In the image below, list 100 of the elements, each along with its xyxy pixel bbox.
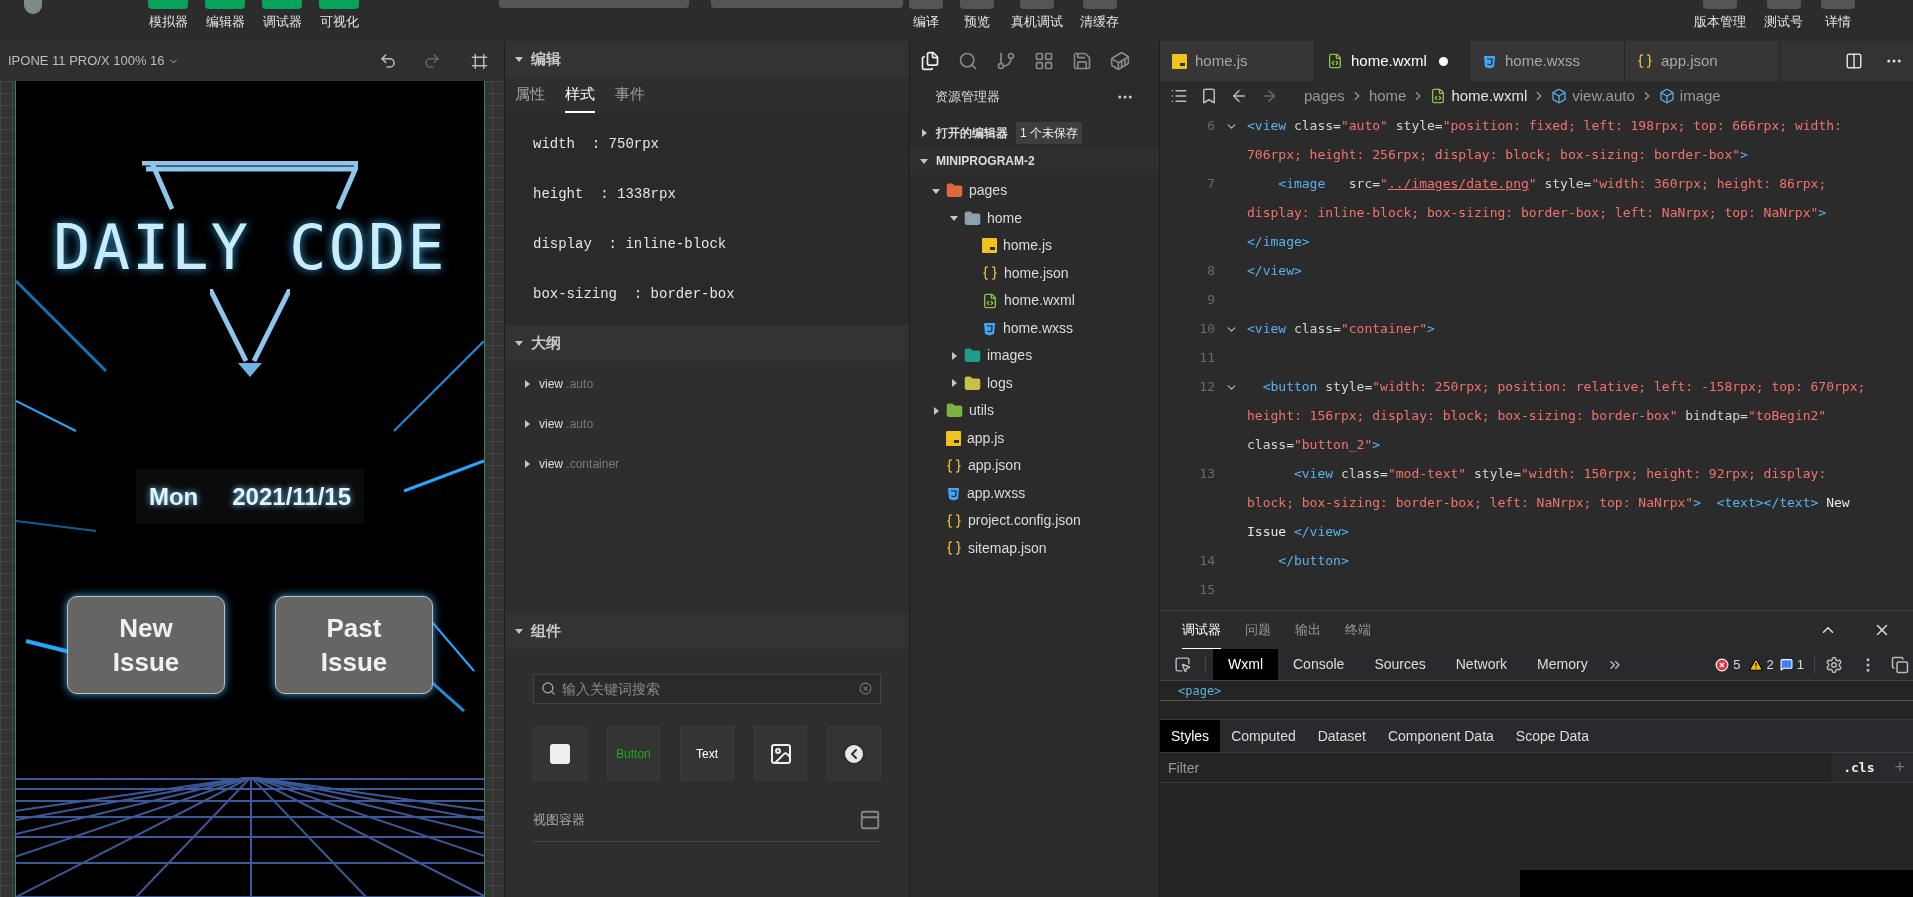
toolbar-button[interactable]: 真机调试 bbox=[1011, 0, 1063, 28]
panel-tab[interactable]: 问题 bbox=[1245, 611, 1271, 649]
settings-icon[interactable] bbox=[1825, 655, 1843, 674]
expand-triangle-icon[interactable] bbox=[950, 379, 958, 388]
toolbar-button[interactable]: 测试号 bbox=[1764, 0, 1803, 28]
folder-item[interactable]: pages bbox=[969, 180, 1008, 202]
section-header[interactable]: 组件 bbox=[505, 613, 909, 649]
styles-tab[interactable]: Component Data bbox=[1376, 720, 1505, 752]
branch-icon[interactable] bbox=[996, 51, 1016, 71]
expand-triangle-icon[interactable] bbox=[920, 157, 928, 165]
expand-triangle-icon[interactable] bbox=[932, 406, 940, 415]
list-icon[interactable] bbox=[1170, 87, 1188, 105]
folder-item[interactable]: utils bbox=[969, 400, 994, 422]
undo-icon[interactable] bbox=[379, 52, 397, 70]
toolbar-toggle[interactable]: 编辑器 bbox=[205, 0, 245, 28]
file-item[interactable]: project.config.json bbox=[968, 510, 1081, 532]
filter-field[interactable]: Filter bbox=[1160, 753, 1832, 782]
file-item[interactable]: sitemap.json bbox=[968, 537, 1047, 559]
panel-tab[interactable]: 事件 bbox=[615, 82, 645, 113]
section-header[interactable]: 编辑 bbox=[505, 41, 909, 77]
expand-triangle-icon[interactable] bbox=[950, 214, 958, 223]
breadcrumb-item[interactable]: pages bbox=[1304, 84, 1345, 108]
toolbar-toggle[interactable]: 可视化 bbox=[319, 0, 359, 28]
toolbar-button[interactable]: 清缓存 bbox=[1080, 0, 1119, 28]
image-component-tile[interactable] bbox=[753, 726, 808, 781]
file-item[interactable]: app.json bbox=[968, 455, 1021, 477]
section-header[interactable]: 大纲 bbox=[505, 325, 909, 361]
folder-item[interactable]: logs bbox=[987, 372, 1013, 394]
back-icon[interactable] bbox=[1230, 87, 1248, 105]
line-number: 10 bbox=[1198, 320, 1215, 338]
folder-item[interactable]: home bbox=[987, 207, 1023, 229]
view-component-tile[interactable] bbox=[533, 726, 587, 781]
styles-tab[interactable]: Scope Data bbox=[1504, 720, 1600, 752]
container-icon bbox=[859, 809, 881, 831]
search-field[interactable]: 输入关键词搜索 bbox=[533, 674, 881, 704]
devtools-tab[interactable]: Memory bbox=[1522, 649, 1603, 680]
toolbar-button[interactable]: 版本管理 bbox=[1694, 0, 1746, 28]
devtools-tab[interactable]: Network bbox=[1440, 649, 1523, 680]
expand-triangle-icon[interactable] bbox=[515, 339, 523, 347]
js-file-icon bbox=[982, 238, 997, 254]
expand-triangle-icon[interactable] bbox=[523, 420, 531, 428]
expand-triangle-icon[interactable] bbox=[515, 55, 523, 63]
issue-button[interactable]: New Issue bbox=[67, 596, 225, 694]
outline-item[interactable]: view .auto bbox=[539, 415, 594, 433]
file-item[interactable]: app.js bbox=[967, 427, 1005, 449]
component-tile[interactable]: Text bbox=[680, 726, 734, 781]
toolbar-button[interactable]: 编译 bbox=[909, 0, 943, 28]
panel-tab[interactable]: 终端 bbox=[1345, 611, 1371, 649]
toolbar-toggle[interactable]: 模拟器 bbox=[148, 0, 188, 28]
toolbar-toggle[interactable]: 调试器 bbox=[262, 0, 302, 28]
panel-tab[interactable]: 属性 bbox=[515, 82, 545, 113]
component-tile[interactable]: Button bbox=[606, 726, 661, 781]
breadcrumb-item[interactable]: home bbox=[1368, 84, 1407, 108]
file-item[interactable]: home.wxml bbox=[1004, 290, 1075, 312]
outline-item[interactable]: view .auto bbox=[539, 375, 594, 393]
extensions-icon[interactable] bbox=[1034, 51, 1054, 71]
outline-item[interactable]: view .container bbox=[539, 455, 620, 473]
expand-triangle-icon[interactable] bbox=[523, 380, 531, 388]
navigator-component-tile[interactable] bbox=[827, 726, 881, 781]
folder-item[interactable]: images bbox=[987, 345, 1033, 367]
storage-icon[interactable] bbox=[1072, 51, 1092, 71]
forward-icon[interactable] bbox=[1260, 87, 1278, 105]
expand-triangle-icon[interactable] bbox=[523, 460, 531, 468]
expand-triangle-icon[interactable] bbox=[920, 129, 928, 137]
wxml-node[interactable]: <page> bbox=[1178, 682, 1222, 699]
expand-triangle-icon[interactable] bbox=[932, 186, 940, 195]
avatar-placeholder[interactable] bbox=[24, 0, 42, 14]
breadcrumb-item[interactable]: home.wxml bbox=[1451, 84, 1528, 108]
section-title[interactable]: 打开的编辑器 bbox=[936, 124, 1008, 142]
clear-icon[interactable] bbox=[859, 682, 872, 695]
devtools-tab[interactable]: Console bbox=[1278, 649, 1360, 680]
expand-triangle-icon[interactable] bbox=[950, 351, 958, 360]
breadcrumb-item[interactable]: image bbox=[1679, 84, 1721, 108]
devtools-tab[interactable]: Sources bbox=[1359, 649, 1441, 680]
device-selector[interactable]: IPONE 11 PRO/X 100% 16 bbox=[8, 51, 165, 71]
toolbar-button[interactable]: 预览 bbox=[960, 0, 994, 28]
expand-triangle-icon[interactable] bbox=[515, 627, 523, 635]
files-icon[interactable] bbox=[920, 51, 940, 71]
file-item[interactable]: app.wxss bbox=[967, 482, 1026, 504]
devtools-tab[interactable]: Wxml bbox=[1213, 649, 1278, 680]
container-icon[interactable] bbox=[1110, 51, 1130, 71]
toolbar-button[interactable]: 详情 bbox=[1821, 0, 1855, 28]
panel-tab[interactable]: 输出 bbox=[1295, 611, 1321, 649]
styles-tab[interactable]: Computed bbox=[1220, 720, 1307, 752]
editor-tab[interactable]: home.wxml bbox=[1315, 41, 1470, 81]
line-number: 9 bbox=[1206, 291, 1215, 309]
bookmark-icon[interactable] bbox=[1200, 87, 1218, 105]
class-toggle-button[interactable]: .cls bbox=[1831, 757, 1887, 778]
file-item[interactable]: home.json bbox=[1004, 262, 1069, 284]
styles-tab[interactable]: Dataset bbox=[1306, 720, 1377, 752]
split-editor-icon[interactable] bbox=[1845, 52, 1863, 70]
breadcrumb-item[interactable]: view.auto bbox=[1572, 84, 1635, 108]
dock-icon[interactable] bbox=[1891, 655, 1909, 674]
inspect-icon[interactable] bbox=[1174, 656, 1191, 673]
styles-tab[interactable]: Styles bbox=[1160, 720, 1221, 752]
file-item[interactable]: home.wxss bbox=[1003, 317, 1074, 339]
frame-icon[interactable] bbox=[471, 52, 488, 70]
issue-button[interactable]: Past Issue bbox=[275, 596, 433, 694]
search-icon[interactable] bbox=[958, 51, 978, 71]
file-item[interactable]: home.js bbox=[1003, 235, 1053, 257]
